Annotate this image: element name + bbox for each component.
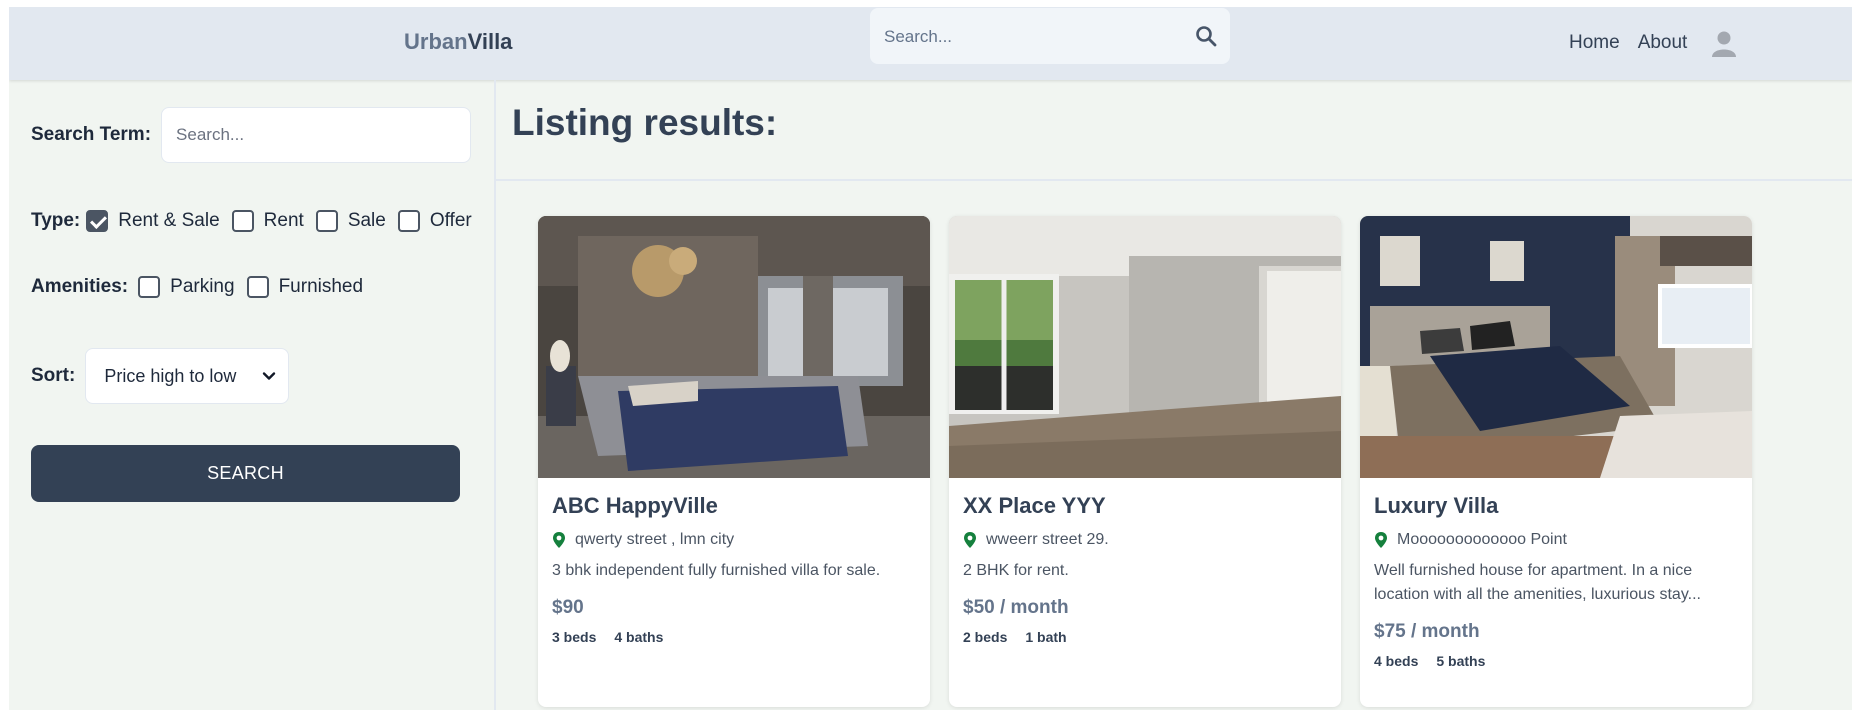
map-pin-icon [553,532,565,548]
search-button[interactable]: SEARCH [31,445,460,502]
type-option-sale[interactable]: Sale [315,210,386,232]
listing-description: 2 BHK for rent. [963,562,1069,579]
listing-results-area: Listing results: ABC HappyVille qwerty s… [496,80,1852,710]
user-avatar-icon[interactable] [1709,28,1739,58]
page-title: Listing results: [512,102,778,143]
search-term-label: Search Term: [31,124,152,145]
checkbox-sale[interactable] [315,210,338,232]
type-filter-row: Type: Rent & Sale Rent Sale Offer [31,210,472,232]
listing-price: $90 [552,597,584,618]
listing-title[interactable]: XX Place YYY [963,493,1327,519]
search-term-input[interactable] [161,107,472,163]
listing-baths: 1 bath [1025,629,1067,645]
site-logo[interactable]: UrbanVilla [404,22,512,62]
listing-description: 3 bhk independent fully furnished villa … [552,562,881,579]
search-icon[interactable] [1194,24,1218,48]
amenities-label: Amenities: [31,276,129,297]
listing-photo-empty-room[interactable] [949,216,1341,478]
header-search-input[interactable] [882,20,1176,54]
logo-part-villa: Villa [467,29,513,54]
listing-price: $75 / month [1374,621,1480,642]
sort-select[interactable]: Price high to low [85,348,290,404]
listing-address: qwerty street , lmn city [575,531,735,548]
amenity-option-parking[interactable]: Parking [138,276,235,298]
listing-baths: 4 baths [614,629,664,645]
sort-selected-value: Price high to low [104,365,237,386]
type-label: Type: [31,210,81,231]
listing-address: Mooooooooooooo Point [1397,531,1567,548]
nav-link-home[interactable]: Home [1569,32,1620,54]
checkbox-furnished[interactable] [246,276,269,298]
header-nav: Home About [1569,23,1739,63]
filter-sidebar: Search Term: Type: Rent & Sale Rent Sale… [9,80,496,710]
checkbox-label: Sale [347,210,386,231]
nav-link-about[interactable]: About [1638,32,1688,54]
listing-meta: 4 beds 5 baths [1374,653,1738,669]
listing-location: wweerr street 29. [963,531,1327,549]
listing-beds: 2 beds [963,629,1008,645]
listing-beds: 4 beds [1374,653,1419,669]
map-pin-icon [1375,532,1387,548]
listing-location: Mooooooooooooo Point [1374,531,1738,549]
checkbox-label: Furnished [278,276,364,297]
amenities-filter-row: Amenities: Parking Furnished [31,276,375,298]
checkbox-rent-and-sale[interactable] [86,210,109,232]
listing-photo-bedroom[interactable] [538,216,930,478]
listing-description: Well furnished house for apartment. In a… [1374,562,1701,603]
checkbox-label: Rent [263,210,304,231]
checkbox-parking[interactable] [138,276,161,298]
search-term-row: Search Term: [31,107,472,163]
type-option-rent[interactable]: Rent [231,210,304,232]
sort-label: Sort: [31,365,76,386]
top-navbar: UrbanVilla Home About [9,7,1852,80]
listing-card[interactable]: XX Place YYY wweerr street 29. 2 BHK for… [949,216,1341,707]
listing-meta: 3 beds 4 baths [552,629,916,645]
listing-location: qwerty street , lmn city [552,531,916,549]
checkbox-offer[interactable] [397,210,420,232]
listing-meta: 2 beds 1 bath [963,629,1327,645]
listing-title[interactable]: ABC HappyVille [552,493,916,519]
listing-price: $50 / month [963,597,1069,618]
divider [496,179,1852,181]
listing-title[interactable]: Luxury Villa [1374,493,1738,519]
listing-beds: 3 beds [552,629,597,645]
chevron-down-icon [263,372,276,380]
type-option-offer[interactable]: Offer [397,210,472,232]
type-option-rent-and-sale[interactable]: Rent & Sale [86,210,220,232]
checkbox-label: Rent & Sale [118,210,220,231]
logo-part-urban: Urban [404,29,468,54]
app-frame: UrbanVilla Home About Search Term: Type: [9,7,1852,710]
checkbox-label: Offer [429,210,472,231]
map-pin-icon [964,532,976,548]
listing-card[interactable]: Luxury Villa Mooooooooooooo Point Well f… [1360,216,1752,707]
listing-card[interactable]: ABC HappyVille qwerty street , lmn city … [538,216,930,707]
header-search-bar [870,8,1230,64]
listing-photo-villa-bedroom[interactable] [1360,216,1752,478]
amenity-option-furnished[interactable]: Furnished [246,276,364,298]
checkbox-label: Parking [170,276,235,297]
checkbox-rent[interactable] [231,210,254,232]
listing-baths: 5 baths [1436,653,1486,669]
listing-address: wweerr street 29. [986,531,1109,548]
sort-row: Sort: Price high to low [31,348,290,404]
